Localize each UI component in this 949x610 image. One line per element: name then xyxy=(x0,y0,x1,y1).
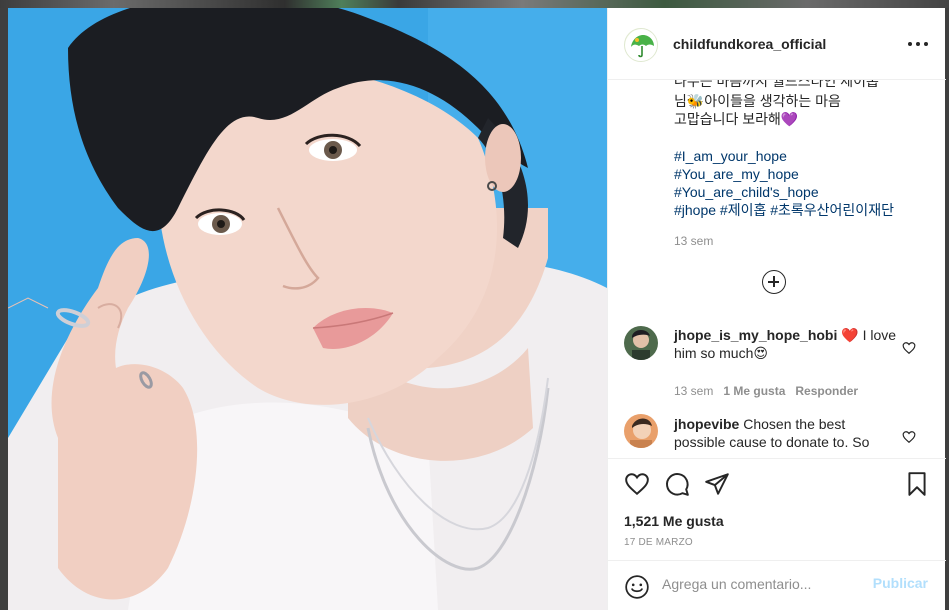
caption-line: 님🐝아이들을 생각하는 마음 xyxy=(674,93,841,109)
post-photo[interactable] xyxy=(8,8,607,610)
post-header: childfundkorea_official xyxy=(608,8,946,80)
umbrella-logo-icon xyxy=(625,29,657,61)
comment-body: possible cause to donate to. So xyxy=(674,434,870,450)
comment-text: jhopevibe Chosen the best possible cause… xyxy=(674,415,900,451)
backdrop xyxy=(0,0,949,8)
caption-line: 나누는 마음까지 월드스타인 제이홉 xyxy=(674,80,879,89)
heart-icon[interactable] xyxy=(902,430,916,444)
comment-input[interactable] xyxy=(662,573,862,595)
add-circle-icon[interactable] xyxy=(762,270,786,294)
add-comment-bar: Publicar xyxy=(608,560,946,610)
publish-button[interactable]: Publicar xyxy=(873,575,928,591)
heart-icon[interactable] xyxy=(624,471,650,497)
avatar[interactable] xyxy=(624,414,658,448)
heart-icon[interactable] xyxy=(902,341,916,355)
post-date: 17 DE MARZO xyxy=(624,537,693,548)
comment-text: jhope_is_my_hope_hobi ❤️ I love him so m… xyxy=(674,326,900,362)
more-options-icon[interactable] xyxy=(908,34,928,54)
backdrop-left xyxy=(0,8,8,610)
hashtag-link[interactable]: #jhope #제이홉 #초록우산어린이재단 xyxy=(674,201,894,219)
comment-username[interactable]: jhope_is_my_hope_hobi xyxy=(674,327,837,343)
like-count[interactable]: 1,521 Me gusta xyxy=(624,513,724,529)
comment-timestamp: 13 sem xyxy=(674,384,714,398)
hashtag-link[interactable]: #I_am_your_hope xyxy=(674,147,787,165)
smiley-icon[interactable] xyxy=(624,574,650,600)
bookmark-icon[interactable] xyxy=(904,471,930,497)
comments-scroll-area[interactable]: 나누는 마음까지 월드스타인 제이홉 님🐝아이들을 생각하는 마음 고맙습니다 … xyxy=(608,80,946,458)
paper-plane-icon[interactable] xyxy=(704,471,730,497)
comment-like-count[interactable]: 1 Me gusta xyxy=(723,384,785,398)
comment-icon[interactable] xyxy=(664,471,690,497)
portrait-illustration xyxy=(8,8,607,610)
reply-button[interactable]: Responder xyxy=(795,384,858,398)
avatar[interactable] xyxy=(624,326,658,360)
caption-timestamp: 13 sem xyxy=(674,234,714,248)
profile-avatar[interactable] xyxy=(624,28,658,62)
comment-body: him so much😍 xyxy=(674,345,768,361)
post-detail-panel: childfundkorea_official 나누는 마음까지 월드스타인 제… xyxy=(607,8,946,610)
hashtag-link[interactable]: #You_are_child's_hope xyxy=(674,183,819,201)
post-actions: 1,521 Me gusta 17 DE MARZO xyxy=(608,458,946,558)
hashtag-link[interactable]: #You_are_my_hope xyxy=(674,165,799,183)
comment-body: ❤️ I love xyxy=(837,327,897,343)
comment-meta: 13 sem 1 Me gusta Responder xyxy=(674,384,858,398)
comment-body: Chosen the best xyxy=(739,416,846,432)
post-author-username[interactable]: childfundkorea_official xyxy=(673,36,826,52)
comment-username[interactable]: jhopevibe xyxy=(674,416,739,432)
caption-line: 고맙습니다 보라해💜 xyxy=(674,111,799,127)
